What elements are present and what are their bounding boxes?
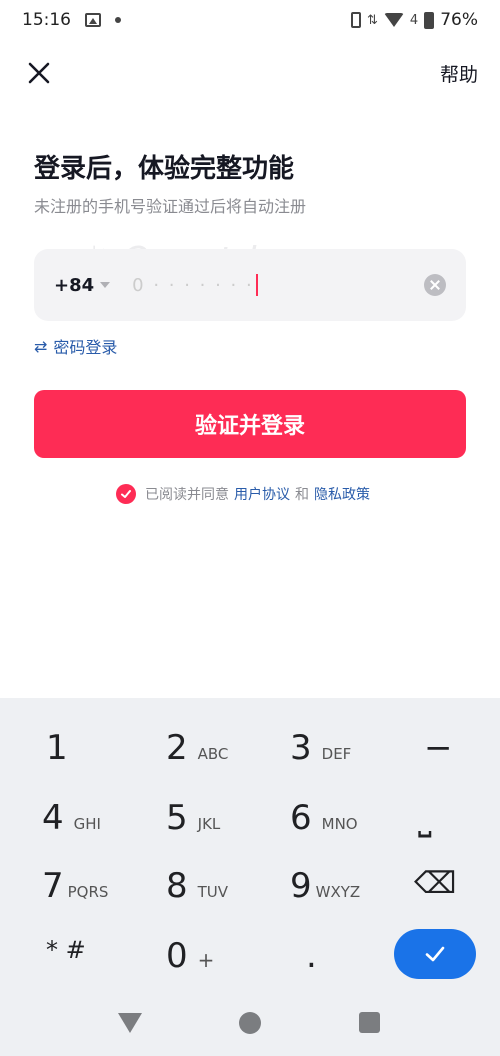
key-sublabel: MNO xyxy=(321,815,358,833)
agreement-conjunction: 和 xyxy=(295,487,309,503)
privacy-policy-link[interactable]: 隐私政策 xyxy=(314,484,370,504)
text-cursor xyxy=(255,274,258,296)
notification-dot-icon xyxy=(115,17,121,23)
key-label: 0 xyxy=(166,936,188,976)
key-sublabel: WXYZ xyxy=(315,883,361,901)
page-title: 登录后，体验完整功能 xyxy=(34,154,295,184)
check-icon xyxy=(121,490,131,498)
key-star-hash[interactable]: * # xyxy=(46,936,86,964)
close-icon xyxy=(28,62,50,84)
phone-number-input[interactable]: 0 · · · · · · · xyxy=(132,274,424,296)
agree-checkbox[interactable] xyxy=(116,484,136,504)
key-1[interactable]: 1 xyxy=(46,728,68,768)
status-bar: 15:16 ⇅ 4 76% xyxy=(0,0,500,40)
key-sublabel: JKL xyxy=(197,815,221,833)
key-label: 4 xyxy=(42,798,64,838)
data-arrows-icon: ⇅ xyxy=(367,12,378,28)
chevron-down-icon xyxy=(100,282,111,288)
key-label: − xyxy=(424,728,453,768)
verify-login-button[interactable]: 验证并登录 xyxy=(34,390,466,458)
image-notification-icon xyxy=(85,13,101,27)
swap-icon: ⇄ xyxy=(34,336,48,356)
key-label: 7 xyxy=(42,866,64,906)
nav-home-icon[interactable] xyxy=(239,1012,261,1034)
space-icon: ⎵ xyxy=(418,798,432,838)
keyboard-done-button[interactable] xyxy=(394,929,476,979)
nav-back-icon[interactable] xyxy=(118,1013,142,1033)
clear-input-button[interactable] xyxy=(424,274,446,296)
key-7[interactable]: 7 PQRS xyxy=(42,866,108,906)
key-6[interactable]: 6 MNO xyxy=(290,798,358,838)
phone-input-box[interactable]: +84 0 · · · · · · · xyxy=(34,249,466,321)
help-link[interactable]: 帮助 xyxy=(440,60,478,87)
key-backspace[interactable]: ⌫ xyxy=(414,866,456,901)
user-agreement-link[interactable]: 用户协议 xyxy=(234,484,290,504)
key-label: 5 xyxy=(166,798,188,838)
status-time: 15:16 xyxy=(22,10,71,30)
key-label: 3 xyxy=(290,728,312,768)
key-8[interactable]: 8 TUV xyxy=(166,866,228,906)
key-label: 9 xyxy=(290,866,312,906)
country-code-label: +84 xyxy=(54,274,95,296)
network-type: 4 xyxy=(409,12,419,28)
agreement-row: 已阅读并同意 用户协议 和 隐私政策 xyxy=(116,484,375,504)
key-0[interactable]: 0 + xyxy=(166,936,214,976)
key-sublabel: + xyxy=(197,948,215,972)
nav-recents-icon[interactable] xyxy=(359,1012,380,1033)
vibrate-icon xyxy=(351,12,362,28)
key-label: 2 xyxy=(166,728,188,768)
key-9[interactable]: 9 WXYZ xyxy=(290,866,360,906)
key-sublabel: DEF xyxy=(321,745,352,763)
key-period[interactable]: . xyxy=(306,936,317,976)
password-login-label: 密码登录 xyxy=(53,338,118,357)
agreement-prefix: 已阅读并同意 xyxy=(145,487,229,503)
key-2[interactable]: 2 ABC xyxy=(166,728,228,768)
key-sublabel: PQRS xyxy=(67,883,109,901)
key-label: 8 xyxy=(166,866,188,906)
key-label: 6 xyxy=(290,798,312,838)
key-label: * # xyxy=(46,936,86,964)
battery-icon xyxy=(424,11,435,29)
key-5[interactable]: 5 JKL xyxy=(166,798,220,838)
backspace-icon: ⌫ xyxy=(414,866,457,901)
key-minus[interactable]: − xyxy=(424,728,453,768)
password-login-link[interactable]: ⇄ 密码登录 xyxy=(34,334,117,358)
key-space[interactable]: ⎵ xyxy=(418,798,432,838)
key-label: . xyxy=(306,936,317,976)
close-button[interactable] xyxy=(24,58,54,88)
wifi-icon xyxy=(383,13,404,27)
key-sublabel: GHI xyxy=(73,815,101,833)
check-icon xyxy=(425,946,445,962)
key-3[interactable]: 3 DEF xyxy=(290,728,351,768)
page-subtitle: 未注册的手机号验证通过后将自动注册 xyxy=(34,197,307,216)
key-label: 1 xyxy=(46,728,68,768)
key-sublabel: TUV xyxy=(197,883,229,901)
key-sublabel: ABC xyxy=(197,745,229,763)
country-code-selector[interactable]: +84 xyxy=(54,274,111,296)
battery-percent: 76% xyxy=(440,10,478,30)
phone-number-value: 0 · · · · · · · xyxy=(132,274,254,296)
system-nav-bar xyxy=(0,998,500,1056)
key-4[interactable]: 4 GHI xyxy=(42,798,101,838)
